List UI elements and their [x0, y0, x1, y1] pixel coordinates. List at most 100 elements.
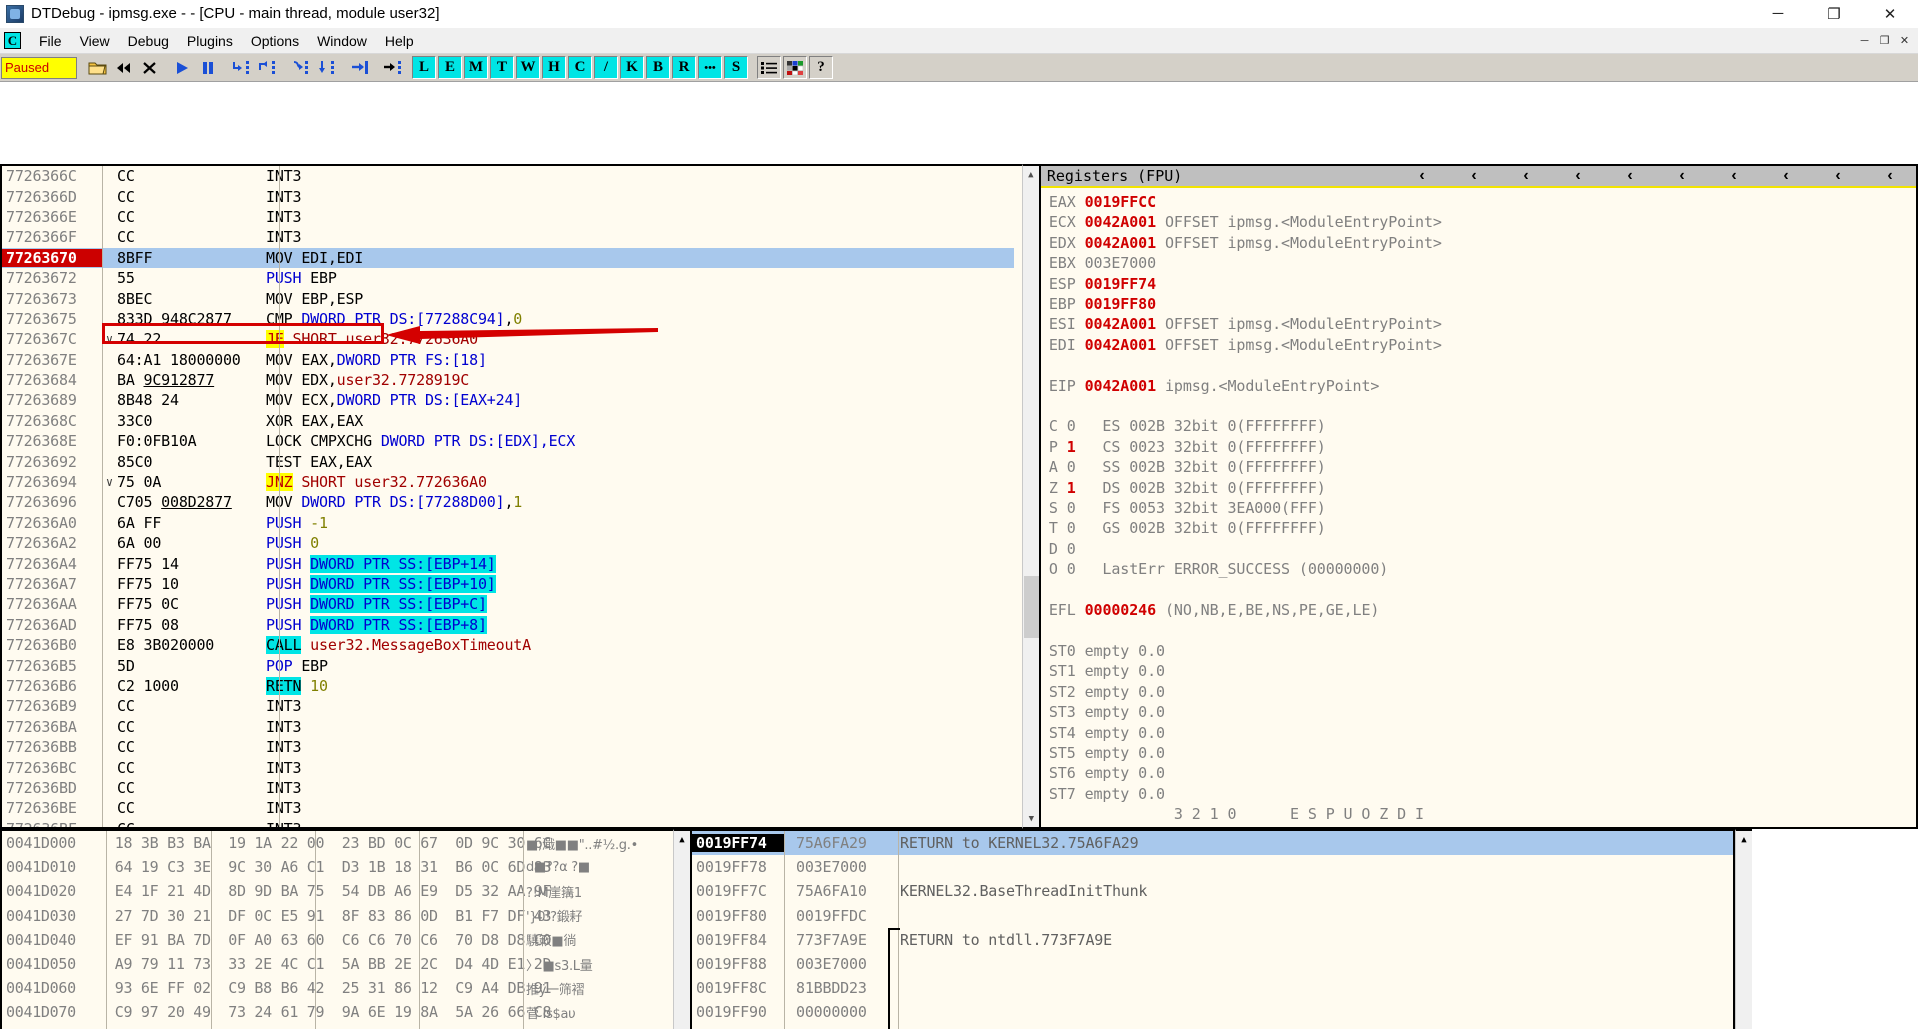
toolbar-button-run-trace[interactable]: •••: [698, 56, 722, 79]
register-line[interactable]: ST7 empty 0.0: [1049, 784, 1916, 804]
register-line[interactable]: O 0 LastErr ERROR_SUCCESS (00000000): [1049, 559, 1916, 579]
register-line[interactable]: D 0: [1049, 539, 1916, 559]
disassembly-row[interactable]: 772636BD CC INT3: [2, 777, 1014, 799]
execute-till-return-icon[interactable]: [346, 55, 372, 80]
restart-icon[interactable]: [110, 55, 136, 80]
pause-icon[interactable]: [195, 55, 221, 80]
close-program-icon[interactable]: [136, 55, 162, 80]
run-icon[interactable]: [169, 55, 195, 80]
register-line[interactable]: EAX 0019FFCC: [1049, 192, 1916, 212]
menu-item-view[interactable]: View: [71, 31, 119, 51]
disassembly-row[interactable]: 7726367C ∨ 74 22 JE SHORT user32.772636A0: [2, 329, 1014, 350]
help-icon[interactable]: ?: [809, 56, 833, 79]
dump-row[interactable]: 0041D000 18 3B B3 BA 19 1A 22 00 23 BD 0…: [2, 831, 673, 856]
disassembly-panel[interactable]: 7726366C CC INT3 7726366D CC INT3 7726366E CC IN…: [0, 164, 1022, 829]
animate-icon[interactable]: [379, 55, 405, 80]
register-line[interactable]: C 0 ES 002B 32bit 0(FFFFFFFF): [1049, 416, 1916, 436]
register-prev-chevron-icon[interactable]: ‹: [1760, 166, 1812, 187]
stack-panel[interactable]: 0019FF74 75A6FA29 RETURN to KERNEL32.75A6F…: [690, 829, 1735, 1029]
close-button[interactable]: ✕: [1862, 0, 1918, 28]
stack-scroll-up-arrow[interactable]: ▲: [1736, 831, 1752, 848]
scroll-thumb[interactable]: [1023, 576, 1039, 638]
disassembly-row[interactable]: 772636B5 5D POP EBP: [2, 655, 1014, 676]
register-line[interactable]: ESP 0019FF74: [1049, 274, 1916, 294]
mdi-minimize-button[interactable]: ─: [1855, 32, 1874, 50]
stack-row[interactable]: 0019FF9400000000: [692, 1024, 1733, 1029]
register-line[interactable]: A 0 SS 002B 32bit 0(FFFFFFFF): [1049, 457, 1916, 477]
disassembly-row[interactable]: 77263696 C705 008D2877 MOV DWORD PTR DS:[…: [2, 492, 1014, 513]
scroll-down-arrow[interactable]: ▼: [1023, 810, 1039, 827]
toolbar-button-threads[interactable]: T: [490, 56, 514, 79]
menu-item-plugins[interactable]: Plugins: [178, 31, 242, 51]
dump-row[interactable]: 0041D040 EF 91 BA 7D 0F A0 63 60 C6 C6 7…: [2, 927, 673, 952]
register-line[interactable]: ST0 empty 0.0: [1049, 641, 1916, 661]
open-file-icon[interactable]: [84, 55, 110, 80]
disassembly-row[interactable]: 77263672 55 PUSH EBP: [2, 267, 1014, 289]
toolbar-button-log[interactable]: L: [412, 56, 436, 79]
disassembly-row[interactable]: 7726368E F0:0FB10A LOCK CMPXCHG DWORD PTR …: [2, 431, 1014, 452]
register-line[interactable]: ST1 empty 0.0: [1049, 661, 1916, 681]
register-line[interactable]: ESI 0042A001 OFFSET ipmsg.<ModuleEntryPo…: [1049, 314, 1916, 334]
disassembly-row[interactable]: 7726368C 33C0 XOR EAX,EAX: [2, 410, 1014, 432]
disassembly-row[interactable]: 7726366E CC INT3: [2, 206, 1014, 228]
registers-content[interactable]: EAX 0019FFCC ECX 0042A001 OFFSET ipmsg.<M…: [1041, 188, 1916, 827]
register-prev-chevron-icon[interactable]: ‹: [1812, 166, 1864, 187]
register-prev-chevron-icon[interactable]: ‹: [1604, 166, 1656, 187]
minimize-button[interactable]: ─: [1750, 0, 1806, 28]
disassembly-row[interactable]: 772636A0 6A FF PUSH -1: [2, 512, 1014, 534]
toolbar-button-handles[interactable]: H: [542, 56, 566, 79]
register-line[interactable]: 3 2 1 0 E S P U O Z D I: [1049, 804, 1916, 824]
disassembly-scrollbar[interactable]: ▲ ▼: [1021, 164, 1039, 829]
disassembly-row[interactable]: 772636AA FF75 0C PUSH DWORD PTR SS:[EBP+C]: [2, 594, 1014, 615]
toolbar-button-breakpoints[interactable]: B: [646, 56, 670, 79]
register-line[interactable]: EBX 003E7000: [1049, 253, 1916, 273]
disassembly-row[interactable]: 7726366F CC INT3: [2, 227, 1014, 248]
dump-row[interactable]: 0041D050 A9 79 11 73 33 2E 4C C1 5A BB 2…: [2, 951, 673, 977]
toolbar-button-patches[interactable]: /: [594, 56, 618, 79]
register-prev-chevron-icon[interactable]: ‹: [1864, 166, 1916, 187]
register-prev-chevron-icon[interactable]: ‹: [1552, 166, 1604, 187]
mdi-restore-button[interactable]: ❐: [1875, 32, 1894, 50]
mdi-close-button[interactable]: ✕: [1895, 32, 1914, 50]
dump-row[interactable]: 0041D070 C9 97 20 49 73 24 61 79 9A 6E 1…: [2, 1000, 673, 1025]
register-line[interactable]: ECX 0042A001 OFFSET ipmsg.<ModuleEntryPo…: [1049, 212, 1916, 232]
disassembly-row[interactable]: 77263689 8B48 24 MOV ECX,DWORD PTR DS:[EAX…: [2, 390, 1014, 411]
register-prev-chevron-icon[interactable]: ‹: [1500, 166, 1552, 187]
dump-row[interactable]: 0041D030 27 7D 30 21 DF 0C E5 91 8F 83 8…: [2, 903, 673, 928]
disassembly-row[interactable]: 7726367E 64:A1 18000000 MOV EAX,DWORD PTR …: [2, 349, 1014, 370]
register-line[interactable]: ST6 empty 0.0: [1049, 763, 1916, 783]
register-line[interactable]: EFL 00000246 (NO,NB,E,BE,NS,PE,GE,LE): [1049, 600, 1916, 620]
dump-row[interactable]: 0041D010 64 19 C3 3E 9C 30 A6 C1 D3 1B 1…: [2, 855, 673, 880]
menu-item-options[interactable]: Options: [242, 31, 308, 51]
toolbar-button-references[interactable]: R: [672, 56, 696, 79]
memory-dump-panel[interactable]: 0041D000 18 3B B3 BA 19 1A 22 00 23 BD 0…: [0, 829, 673, 1029]
stack-row[interactable]: 0019FF74 75A6FA29 RETURN to KERNEL32.75A6F…: [692, 831, 1733, 856]
disassembly-row[interactable]: 772636AD FF75 08 PUSH DWORD PTR SS:[EBP+8]: [2, 614, 1014, 635]
disassembly-row[interactable]: 772636B0 E8 3B020000 CALL user32.MessageBo…: [2, 634, 1014, 656]
toolbar-button-callstack[interactable]: K: [620, 56, 644, 79]
dump-scroll-thumb[interactable]: [674, 848, 690, 888]
scroll-up-arrow[interactable]: ▲: [1022, 166, 1039, 183]
toolbar-button-source[interactable]: S: [724, 56, 748, 79]
trace-into-icon[interactable]: [287, 55, 313, 80]
disassembly-row[interactable]: 772636B6 C2 1000 RETN 10: [2, 675, 1014, 697]
disassembly-row[interactable]: 772636BF CC INT3: [2, 818, 1014, 827]
menu-item-debug[interactable]: Debug: [119, 31, 178, 51]
register-line[interactable]: ST5 empty 0.0: [1049, 743, 1916, 763]
register-prev-chevron-icon[interactable]: ‹: [1396, 166, 1448, 187]
register-line[interactable]: ST3 empty 0.0: [1049, 702, 1916, 722]
stack-row[interactable]: 0019FF90 00000000: [692, 1000, 1733, 1025]
maximize-button[interactable]: ❐: [1806, 0, 1862, 28]
register-line[interactable]: EDX 0042A001 OFFSET ipmsg.<ModuleEntryPo…: [1049, 233, 1916, 253]
disassembly-row[interactable]: 772636BE CC INT3: [2, 798, 1014, 819]
toolbar-button-memory[interactable]: M: [464, 56, 488, 79]
registers-panel[interactable]: Registers (FPU) ‹ ‹ ‹ ‹ ‹ ‹ ‹ ‹ ‹ ‹ EAX 0019FFCC E…: [1038, 164, 1918, 829]
toolbar-button-windows[interactable]: W: [516, 56, 540, 79]
stack-scroll-thumb[interactable]: [1736, 848, 1752, 888]
dump-scroll-up-arrow[interactable]: ▲: [674, 831, 690, 848]
register-line[interactable]: EBP 0019FF80: [1049, 294, 1916, 314]
disassembly-row[interactable]: 7726366C CC INT3: [2, 166, 1014, 187]
disassembly-row[interactable]: 772636BA CC INT3: [2, 716, 1014, 737]
stack-scrollbar[interactable]: ▲ ▼: [1735, 829, 1752, 1029]
disassembly-row[interactable]: 772636B9 CC INT3: [2, 696, 1014, 717]
